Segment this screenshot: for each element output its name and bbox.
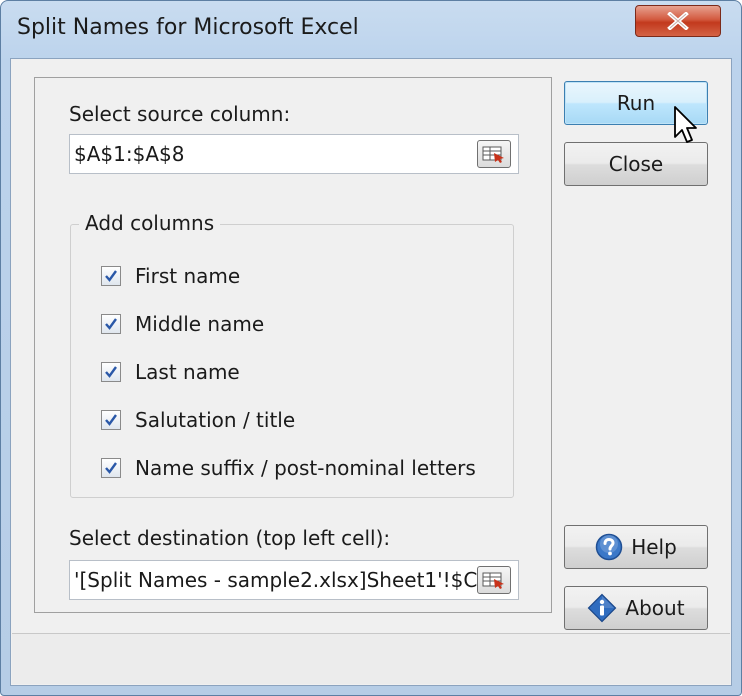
help-button[interactable]: Help bbox=[564, 525, 708, 569]
checkmark-icon bbox=[105, 414, 117, 426]
dialog-window: Split Names for Microsoft Excel Select s… bbox=[0, 0, 742, 696]
run-button-label: Run bbox=[616, 91, 656, 115]
close-x-icon bbox=[667, 12, 689, 30]
checkbox-label: Salutation / title bbox=[135, 408, 296, 432]
dialog-client-area: Select source column: $A$1:$A$8 Add colu… bbox=[10, 58, 732, 686]
window-title: Split Names for Microsoft Excel bbox=[17, 15, 359, 40]
checkbox-label: Middle name bbox=[135, 312, 265, 336]
source-range-picker-button[interactable] bbox=[477, 140, 511, 168]
range-select-icon bbox=[482, 146, 504, 163]
checkbox-middle-name[interactable]: Middle name bbox=[101, 309, 264, 339]
info-icon bbox=[587, 593, 617, 623]
options-panel: Select source column: $A$1:$A$8 Add colu… bbox=[34, 77, 552, 613]
add-columns-group: Add columns First name Middle name Last … bbox=[70, 211, 514, 498]
about-button[interactable]: About bbox=[564, 586, 708, 630]
checkmark-icon bbox=[105, 366, 117, 378]
source-column-field[interactable]: $A$1:$A$8 bbox=[69, 134, 519, 174]
destination-range-picker-button[interactable] bbox=[477, 566, 511, 594]
source-column-value: $A$1:$A$8 bbox=[74, 142, 185, 166]
checkbox-box[interactable] bbox=[101, 362, 121, 382]
add-columns-legend: Add columns bbox=[79, 211, 221, 235]
checkbox-box[interactable] bbox=[101, 266, 121, 286]
help-question-icon bbox=[595, 533, 623, 561]
close-button-label: Close bbox=[608, 152, 664, 176]
mouse-pointer-icon bbox=[674, 106, 697, 143]
checkbox-label: Last name bbox=[135, 360, 240, 384]
checkbox-label: Name suffix / post-nominal letters bbox=[135, 456, 476, 480]
window-close-button[interactable] bbox=[635, 5, 721, 37]
status-bar bbox=[12, 633, 730, 684]
checkbox-box[interactable] bbox=[101, 458, 121, 478]
destination-value: '[Split Names - sample2.xlsx]Sheet1'!$C$ bbox=[74, 568, 491, 592]
checkbox-box[interactable] bbox=[101, 410, 121, 430]
checkbox-first-name[interactable]: First name bbox=[101, 261, 240, 291]
destination-label: Select destination (top left cell): bbox=[69, 526, 391, 550]
about-button-label: About bbox=[625, 596, 685, 620]
checkbox-label: First name bbox=[135, 264, 241, 288]
close-button[interactable]: Close bbox=[564, 142, 708, 186]
checkmark-icon bbox=[105, 462, 117, 474]
title-bar[interactable]: Split Names for Microsoft Excel bbox=[1, 1, 741, 57]
checkmark-icon bbox=[105, 318, 117, 330]
checkbox-last-name[interactable]: Last name bbox=[101, 357, 240, 387]
checkbox-salutation-title[interactable]: Salutation / title bbox=[101, 405, 295, 435]
checkmark-icon bbox=[105, 270, 117, 282]
source-column-label: Select source column: bbox=[69, 102, 291, 126]
help-button-label: Help bbox=[631, 535, 677, 559]
range-select-icon bbox=[482, 572, 504, 589]
checkbox-name-suffix[interactable]: Name suffix / post-nominal letters bbox=[101, 453, 476, 483]
checkbox-box[interactable] bbox=[101, 314, 121, 334]
destination-field[interactable]: '[Split Names - sample2.xlsx]Sheet1'!$C$ bbox=[69, 560, 519, 600]
